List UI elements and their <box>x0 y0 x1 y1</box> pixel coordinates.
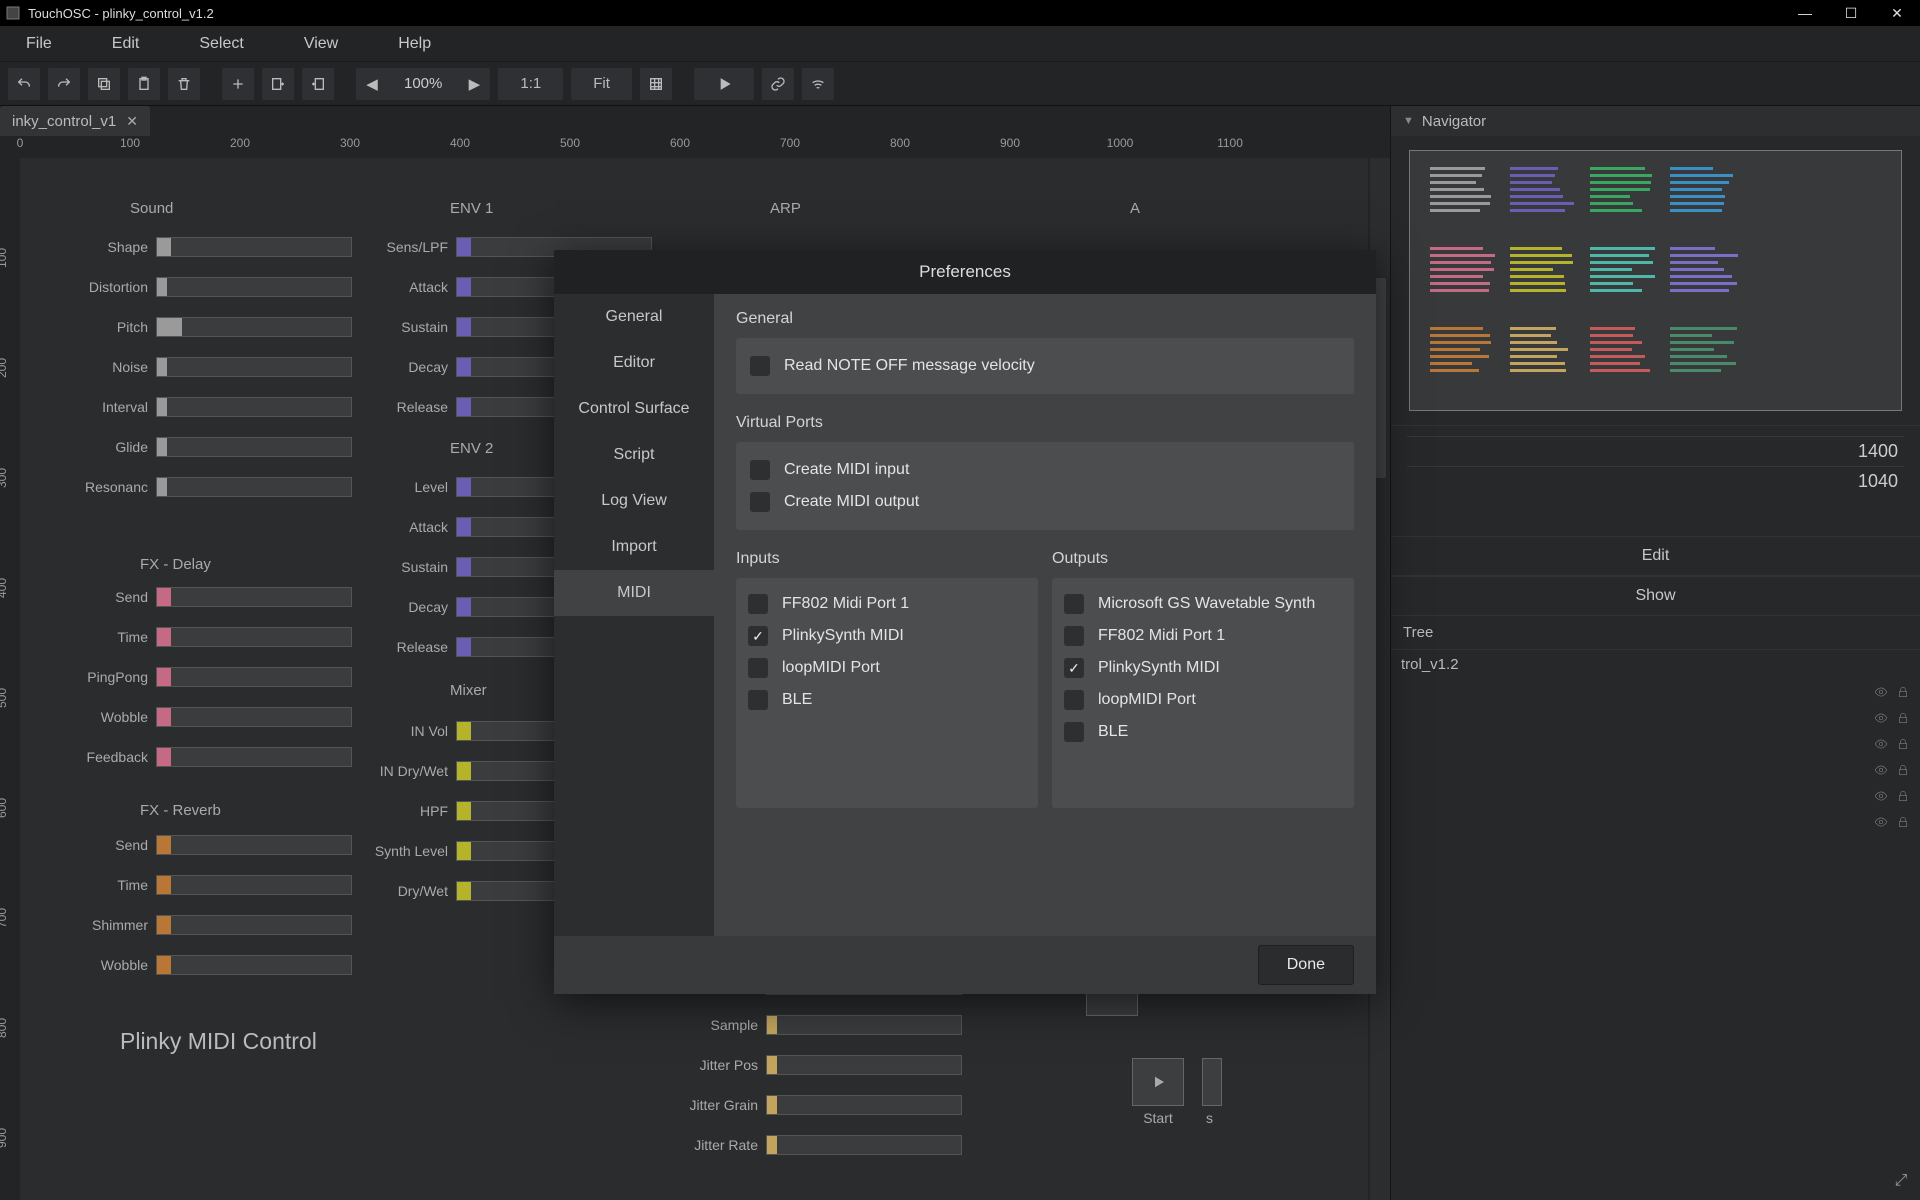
modal-backdrop: Preferences GeneralEditorControl Surface… <box>0 0 1920 1200</box>
midi-output-label: Microsoft GS Wavetable Synth <box>1098 595 1315 613</box>
midi-output-checkbox[interactable] <box>1064 690 1084 710</box>
inputs-header: Inputs <box>736 550 1038 568</box>
pref-tab-control-surface[interactable]: Control Surface <box>554 386 714 432</box>
pref-tab-log-view[interactable]: Log View <box>554 478 714 524</box>
label-create-midi-out: Create MIDI output <box>784 493 919 511</box>
midi-output-label: PlinkySynth MIDI <box>1098 659 1220 677</box>
midi-output-checkbox[interactable] <box>1064 658 1084 678</box>
pref-tab-midi[interactable]: MIDI <box>554 570 714 616</box>
midi-output-checkbox[interactable] <box>1064 626 1084 646</box>
dialog-title: Preferences <box>554 250 1376 294</box>
pref-tab-script[interactable]: Script <box>554 432 714 478</box>
midi-output-checkbox[interactable] <box>1064 594 1084 614</box>
midi-output-label: loopMIDI Port <box>1098 691 1196 709</box>
label-read-noteoff: Read NOTE OFF message velocity <box>784 357 1035 375</box>
midi-input-label: BLE <box>782 691 812 709</box>
checkbox-create-midi-in[interactable] <box>750 460 770 480</box>
checkbox-create-midi-out[interactable] <box>750 492 770 512</box>
pref-tab-editor[interactable]: Editor <box>554 340 714 386</box>
section-vports-header: Virtual Ports <box>736 414 1354 432</box>
midi-output-checkbox[interactable] <box>1064 722 1084 742</box>
midi-output-label: BLE <box>1098 723 1128 741</box>
midi-input-label: FF802 Midi Port 1 <box>782 595 909 613</box>
midi-input-checkbox[interactable] <box>748 658 768 678</box>
midi-input-label: loopMIDI Port <box>782 659 880 677</box>
midi-input-label: PlinkySynth MIDI <box>782 627 904 645</box>
outputs-header: Outputs <box>1052 550 1354 568</box>
preferences-tabs: GeneralEditorControl SurfaceScriptLog Vi… <box>554 294 714 936</box>
midi-input-checkbox[interactable] <box>748 690 768 710</box>
pref-tab-import[interactable]: Import <box>554 524 714 570</box>
label-create-midi-in: Create MIDI input <box>784 461 909 479</box>
section-general-header: General <box>736 310 1354 328</box>
checkbox-read-noteoff[interactable] <box>750 356 770 376</box>
done-button[interactable]: Done <box>1258 945 1354 985</box>
midi-input-checkbox[interactable] <box>748 626 768 646</box>
preferences-dialog: Preferences GeneralEditorControl Surface… <box>554 250 1376 994</box>
midi-output-label: FF802 Midi Port 1 <box>1098 627 1225 645</box>
midi-input-checkbox[interactable] <box>748 594 768 614</box>
pref-tab-general[interactable]: General <box>554 294 714 340</box>
